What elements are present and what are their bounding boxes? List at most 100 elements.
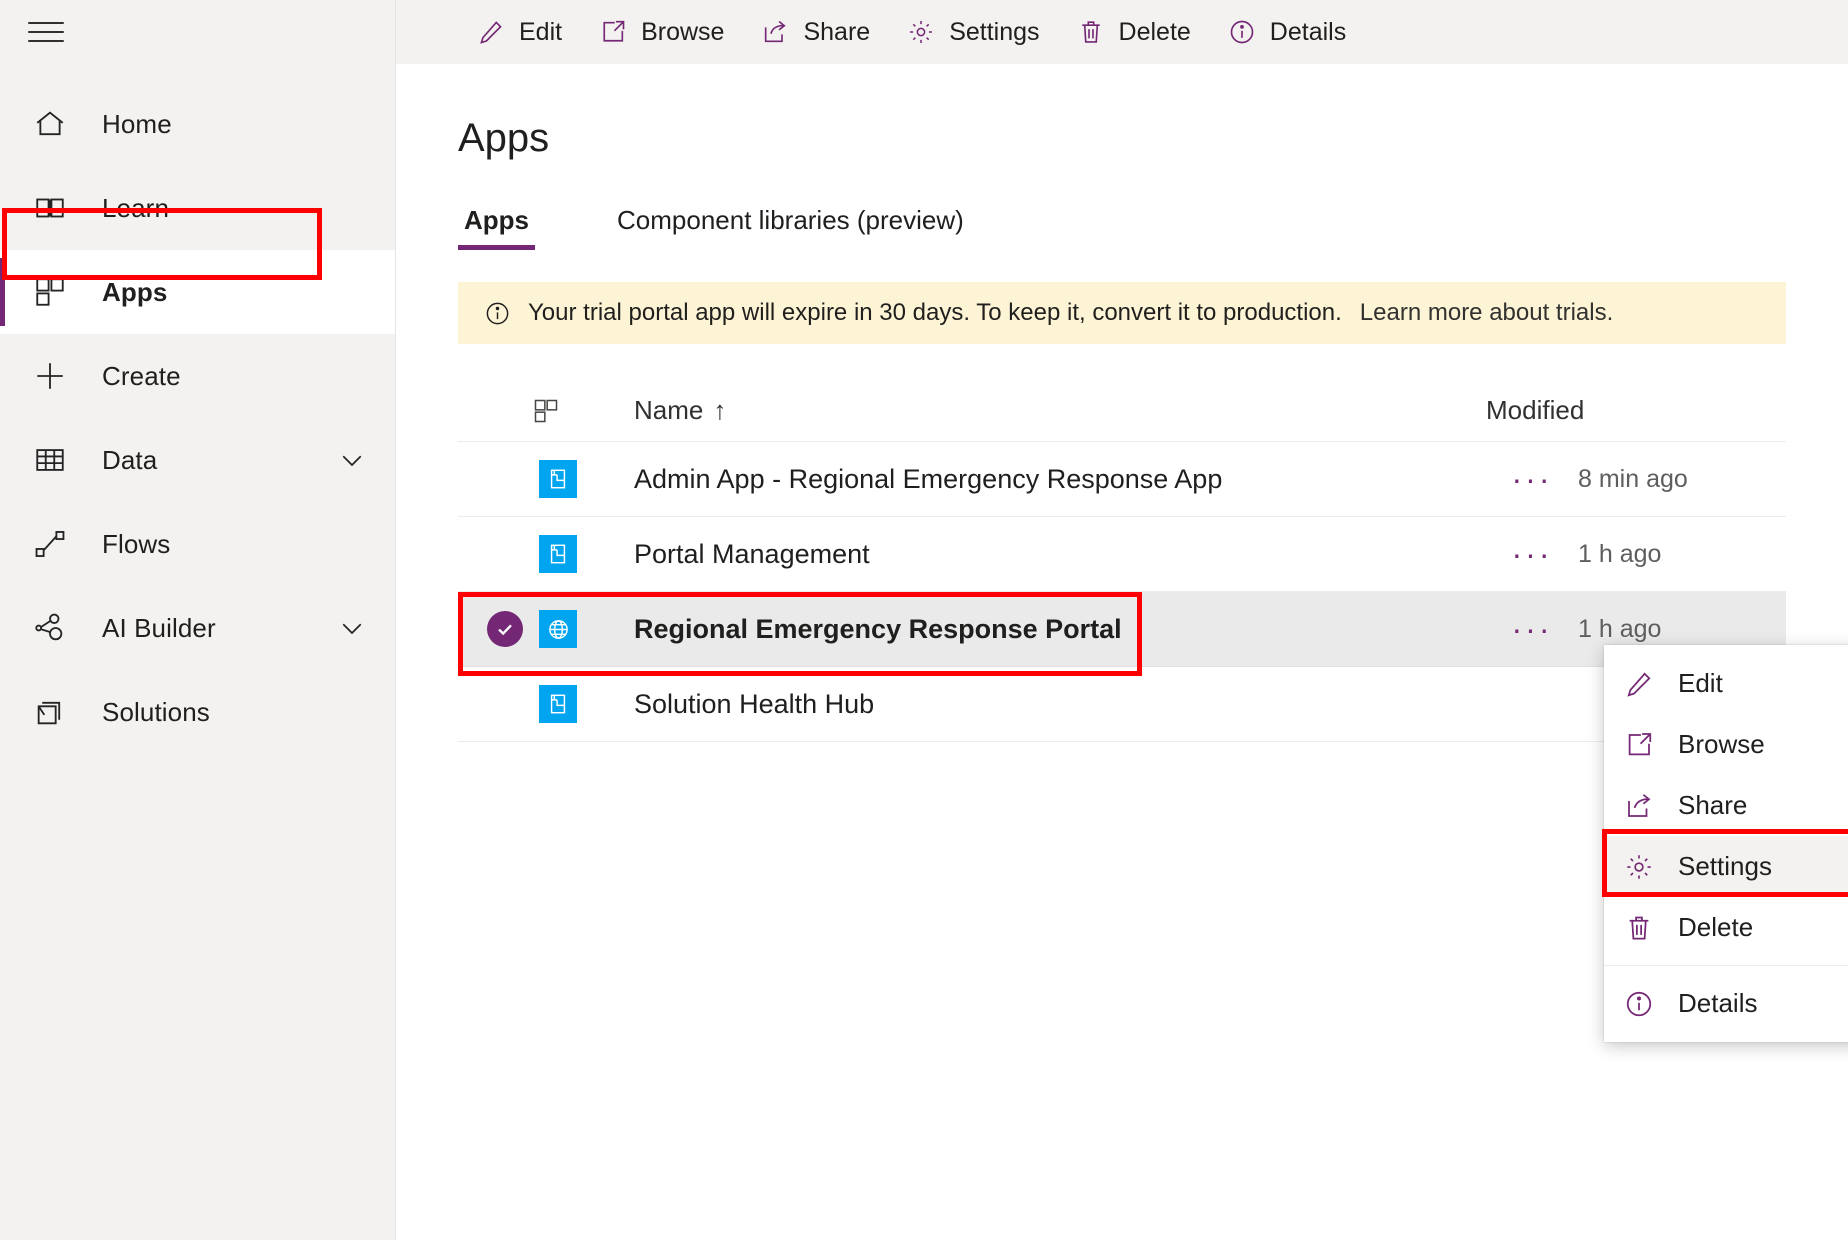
command-edit-button[interactable]: Edit xyxy=(458,8,580,56)
model-driven-app-icon xyxy=(539,535,577,573)
open-in-new-icon xyxy=(598,17,628,47)
chevron-down-icon[interactable] xyxy=(337,445,367,475)
context-menu-label: Delete xyxy=(1678,912,1754,942)
app-name[interactable]: Admin App - Regional Emergency Response … xyxy=(584,464,1486,495)
left-navigation-sidebar: Home Learn Apps Create Data Flows AI Bui… xyxy=(0,0,396,1240)
ai-builder-icon xyxy=(28,606,72,650)
table-row[interactable]: Solution Health Hub xyxy=(458,667,1786,742)
command-label: Settings xyxy=(949,17,1040,46)
command-browse-button[interactable]: Browse xyxy=(580,8,742,56)
open-in-new-icon xyxy=(1622,728,1656,762)
column-header-modified[interactable]: Modified xyxy=(1486,395,1786,426)
tab-label: Apps xyxy=(464,205,529,235)
home-icon xyxy=(28,102,72,146)
app-icon-cell xyxy=(532,460,584,498)
sidebar-item-create[interactable]: Create xyxy=(0,334,395,418)
row-overflow-menu-button[interactable]: ··· xyxy=(1486,461,1578,498)
row-overflow-menu-button[interactable]: ··· xyxy=(1486,611,1578,648)
command-label: Delete xyxy=(1118,17,1191,46)
row-select-checkbox[interactable] xyxy=(478,611,532,647)
command-details-button[interactable]: Details xyxy=(1209,8,1364,56)
context-menu-item-settings[interactable]: Settings xyxy=(1604,836,1848,897)
tab-component-libraries[interactable]: Component libraries (preview) xyxy=(611,205,970,250)
context-menu-item-browse[interactable]: Browse xyxy=(1604,714,1848,775)
trash-icon xyxy=(1076,17,1106,47)
sidebar-item-data[interactable]: Data xyxy=(0,418,395,502)
sidebar-item-label: Home xyxy=(102,108,172,139)
app-icon-cell xyxy=(532,535,584,573)
page-title: Apps xyxy=(458,116,550,160)
sidebar-item-flows[interactable]: Flows xyxy=(0,502,395,586)
command-share-button[interactable]: Share xyxy=(742,8,888,56)
command-settings-button[interactable]: Settings xyxy=(888,8,1057,56)
banner-message: Your trial portal app will expire in 30 … xyxy=(528,299,1342,326)
main-content-area: Edit Browse Share Settings Delete Detail… xyxy=(396,0,1848,1240)
modified-value: 1 h ago xyxy=(1578,614,1662,643)
app-icon-cell xyxy=(532,685,584,723)
hamburger-icon xyxy=(28,15,64,49)
power-apps-maker-portal: Home Learn Apps Create Data Flows AI Bui… xyxy=(0,0,1848,1240)
table-row[interactable]: Portal Management ··· 1 h ago xyxy=(458,517,1786,592)
context-menu-item-details[interactable]: Details xyxy=(1604,973,1848,1034)
sidebar-item-apps[interactable]: Apps xyxy=(0,250,395,334)
table-icon xyxy=(28,438,72,482)
column-header-name-label: Name xyxy=(634,395,704,425)
sidebar-item-home[interactable]: Home xyxy=(0,82,395,166)
book-icon xyxy=(28,186,72,230)
row-context-menu: Edit Browse Share Settings Delete Detail… xyxy=(1602,645,1848,1042)
apps-grid-icon xyxy=(28,270,72,314)
gear-icon xyxy=(906,17,936,47)
plus-icon xyxy=(28,354,72,398)
flow-icon xyxy=(28,522,72,566)
sidebar-item-solutions[interactable]: Solutions xyxy=(0,670,395,754)
tab-label: Component libraries (preview) xyxy=(617,205,964,235)
command-label: Edit xyxy=(519,17,563,46)
command-label: Share xyxy=(803,17,871,46)
chevron-down-icon[interactable] xyxy=(337,613,367,643)
apps-table: Name ↑ Modified Admin App - Regional Eme… xyxy=(458,380,1786,742)
context-menu-item-edit[interactable]: Edit xyxy=(1604,653,1848,714)
sidebar-nav-list: Home Learn Apps Create Data Flows AI Bui… xyxy=(0,82,395,754)
context-menu-label: Share xyxy=(1678,790,1748,820)
trash-icon xyxy=(1622,911,1656,945)
command-delete-button[interactable]: Delete xyxy=(1058,8,1209,56)
column-header-name[interactable]: Name ↑ xyxy=(584,395,1486,426)
app-icon-cell xyxy=(532,610,584,648)
app-name[interactable]: Solution Health Hub xyxy=(584,689,1486,720)
context-menu-label: Settings xyxy=(1678,851,1772,881)
row-overflow-menu-button[interactable]: ··· xyxy=(1486,536,1578,573)
info-circle-icon xyxy=(1227,17,1257,47)
sidebar-item-label: Create xyxy=(102,360,181,391)
sidebar-item-ai-builder[interactable]: AI Builder xyxy=(0,586,395,670)
tab-apps[interactable]: Apps xyxy=(458,205,535,250)
app-name[interactable]: Regional Emergency Response Portal xyxy=(584,614,1486,645)
gear-icon xyxy=(1622,850,1656,884)
sort-ascending-icon: ↑ xyxy=(713,395,727,425)
command-bar: Edit Browse Share Settings Delete Detail… xyxy=(396,0,1848,64)
apps-grid-icon xyxy=(532,397,584,425)
sidebar-item-learn[interactable]: Learn xyxy=(0,166,395,250)
context-menu-divider xyxy=(1604,965,1848,966)
context-menu-item-delete[interactable]: Delete xyxy=(1604,897,1848,958)
sidebar-item-label: AI Builder xyxy=(102,612,216,643)
context-menu-label: Edit xyxy=(1678,668,1723,698)
app-name[interactable]: Portal Management xyxy=(584,539,1486,570)
table-row-selected[interactable]: Regional Emergency Response Portal ··· 1… xyxy=(458,592,1786,676)
share-icon xyxy=(1622,789,1656,823)
hamburger-menu-button[interactable] xyxy=(0,0,396,64)
trial-expiry-banner: Your trial portal app will expire in 30 … xyxy=(458,282,1786,344)
sidebar-item-label: Learn xyxy=(102,192,169,223)
checkmark-circle-icon xyxy=(487,611,523,647)
model-driven-app-icon xyxy=(539,460,577,498)
context-menu-item-share[interactable]: Share xyxy=(1604,775,1848,836)
sidebar-item-label: Flows xyxy=(102,528,171,559)
info-circle-icon xyxy=(482,298,512,328)
banner-learn-more-link[interactable]: Learn more about trials. xyxy=(1360,299,1613,327)
sidebar-item-label: Data xyxy=(102,444,158,475)
modified-value: 1 h ago xyxy=(1578,539,1662,568)
context-menu-label: Details xyxy=(1678,988,1758,1018)
pencil-icon xyxy=(1622,667,1656,701)
table-row[interactable]: Admin App - Regional Emergency Response … xyxy=(458,442,1786,517)
table-header-row: Name ↑ Modified xyxy=(458,380,1786,442)
column-header-modified-label: Modified xyxy=(1486,395,1585,425)
